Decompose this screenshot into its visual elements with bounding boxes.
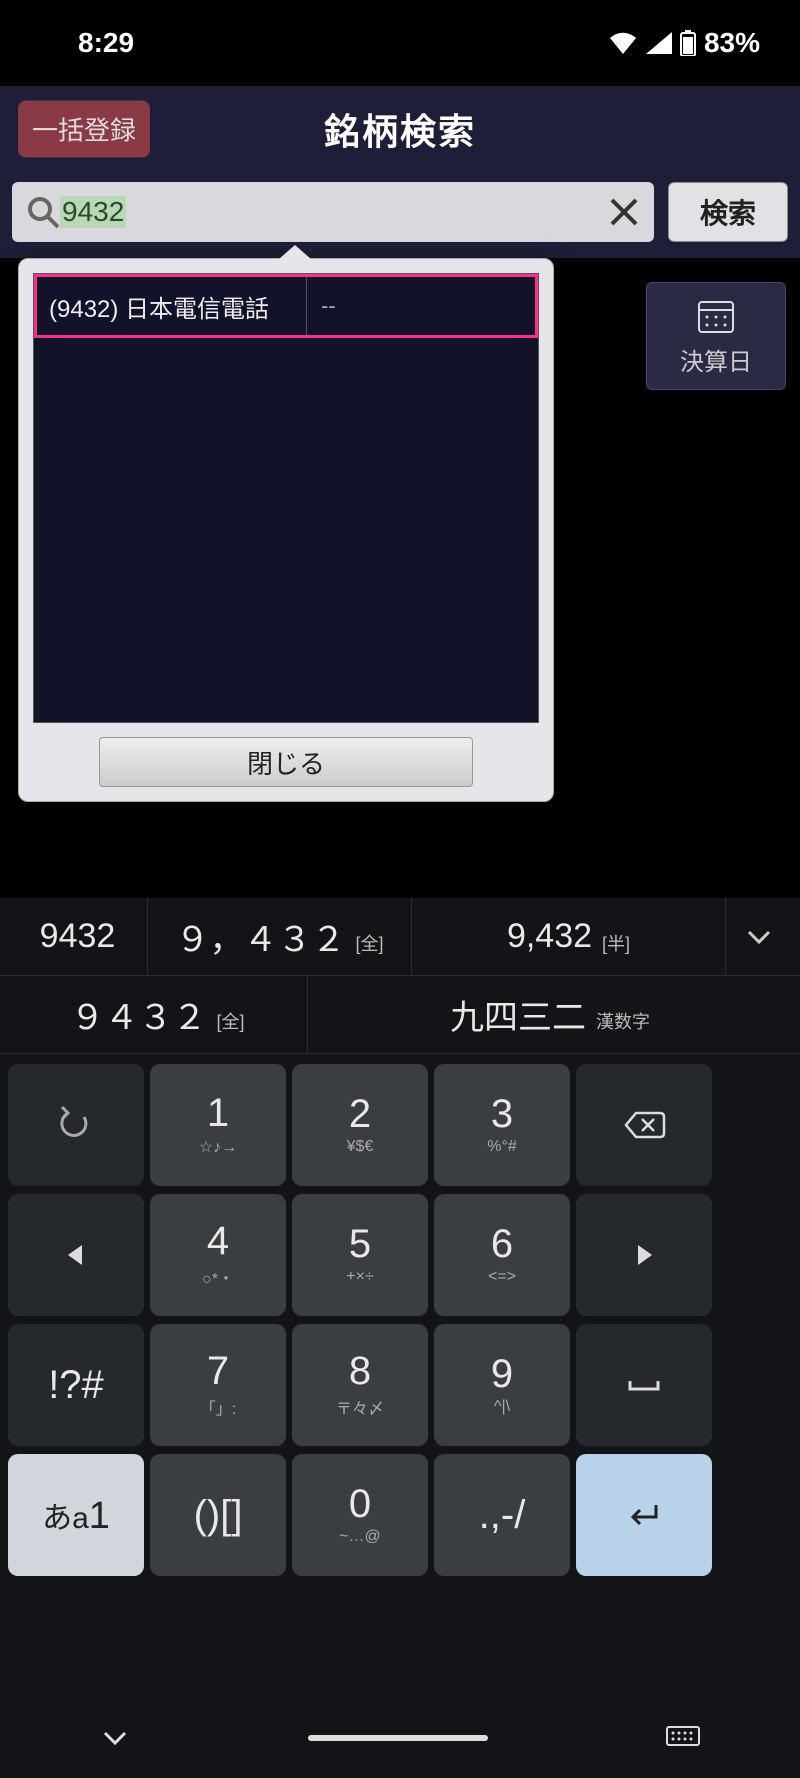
suggestion[interactable]: ９，４３２[全] xyxy=(148,898,412,975)
app-header: 一括登録 銘柄検索 xyxy=(0,86,800,172)
key-1[interactable]: 1☆♪→ xyxy=(150,1064,286,1186)
result-row[interactable]: (9432) 日本電信電話 -- xyxy=(34,274,538,338)
undo-icon xyxy=(54,1103,98,1147)
search-input[interactable]: 9432 xyxy=(60,196,608,228)
search-row: 9432 検索 xyxy=(0,172,800,258)
key-left[interactable] xyxy=(8,1194,144,1316)
key-right[interactable] xyxy=(576,1194,712,1316)
key-6[interactable]: 6<=> xyxy=(434,1194,570,1316)
triangle-left-icon xyxy=(54,1233,98,1277)
status-time: 8:29 xyxy=(78,27,134,59)
key-3[interactable]: 3%°# xyxy=(434,1064,570,1186)
key-symbols[interactable]: !?# xyxy=(8,1324,144,1446)
key-undo[interactable] xyxy=(8,1064,144,1186)
key-brackets[interactable]: ()[] xyxy=(150,1454,286,1576)
keyboard-switch-icon[interactable] xyxy=(666,1726,700,1750)
result-name: (9432) 日本電信電話 xyxy=(37,277,307,335)
key-5[interactable]: 5+×÷ xyxy=(292,1194,428,1316)
nav-down-icon[interactable] xyxy=(100,1723,130,1753)
keyboard: 9432 ９，４３２[全] 9,432[半] ９４３２[全] 九四三二漢数字 1… xyxy=(0,898,800,1778)
space-icon xyxy=(622,1363,666,1407)
search-value: 9432 xyxy=(60,196,126,228)
chevron-down-icon xyxy=(744,922,774,952)
popup-arrow xyxy=(279,245,311,259)
result-value: -- xyxy=(307,277,535,335)
enter-icon xyxy=(622,1493,666,1537)
close-button[interactable]: 閉じる xyxy=(99,737,473,787)
collapse-suggestions[interactable] xyxy=(726,922,792,952)
key-8[interactable]: 8〒々〆 xyxy=(292,1324,428,1446)
suggestion[interactable]: ９４３２[全] xyxy=(8,976,308,1053)
calendar-icon xyxy=(696,296,736,336)
key-4[interactable]: 4○*・ xyxy=(150,1194,286,1316)
suggestion-row-1: 9432 ９，４３２[全] 9,432[半] xyxy=(0,898,800,976)
search-field[interactable]: 9432 xyxy=(12,182,654,242)
bulk-register-button[interactable]: 一括登録 xyxy=(18,101,150,158)
settlement-date-label: 決算日 xyxy=(680,342,752,377)
key-grid: 1☆♪→ 2¥$€ 3%°# 4○*・ 5+×÷ 6<=> !?# 7「」: 8… xyxy=(0,1054,800,1576)
key-enter[interactable] xyxy=(576,1454,712,1576)
key-9[interactable]: 9^|\ xyxy=(434,1324,570,1446)
key-7[interactable]: 7「」: xyxy=(150,1324,286,1446)
system-navbar xyxy=(0,1698,800,1778)
clear-icon[interactable] xyxy=(608,196,640,228)
key-space[interactable] xyxy=(576,1324,712,1446)
key-punct[interactable]: .,-/ xyxy=(434,1454,570,1576)
nav-home-pill[interactable] xyxy=(308,1735,488,1741)
settlement-date-button[interactable]: 決算日 xyxy=(646,282,786,390)
triangle-right-icon xyxy=(622,1233,666,1277)
status-icons: 83% xyxy=(608,27,760,59)
key-2[interactable]: 2¥$€ xyxy=(292,1064,428,1186)
battery-pct: 83% xyxy=(704,27,760,59)
key-backspace[interactable] xyxy=(576,1064,712,1186)
wifi-icon xyxy=(608,32,638,54)
signal-icon xyxy=(646,32,672,54)
backspace-icon xyxy=(622,1103,666,1147)
suggestion[interactable]: 9432 xyxy=(8,898,148,975)
status-bar: 8:29 83% xyxy=(0,0,800,86)
suggestion[interactable]: 九四三二漢数字 xyxy=(308,976,792,1053)
result-list: (9432) 日本電信電話 -- xyxy=(33,273,539,723)
search-button[interactable]: 検索 xyxy=(668,182,788,242)
search-results-popup: (9432) 日本電信電話 -- 閉じる xyxy=(18,258,554,802)
key-0[interactable]: 0~…@ xyxy=(292,1454,428,1576)
battery-icon xyxy=(680,30,696,56)
search-icon xyxy=(26,195,60,229)
suggestion[interactable]: 9,432[半] xyxy=(412,898,726,975)
suggestion-row-2: ９４３２[全] 九四三二漢数字 xyxy=(0,976,800,1054)
key-mode-switch[interactable]: あa1 xyxy=(8,1454,144,1576)
